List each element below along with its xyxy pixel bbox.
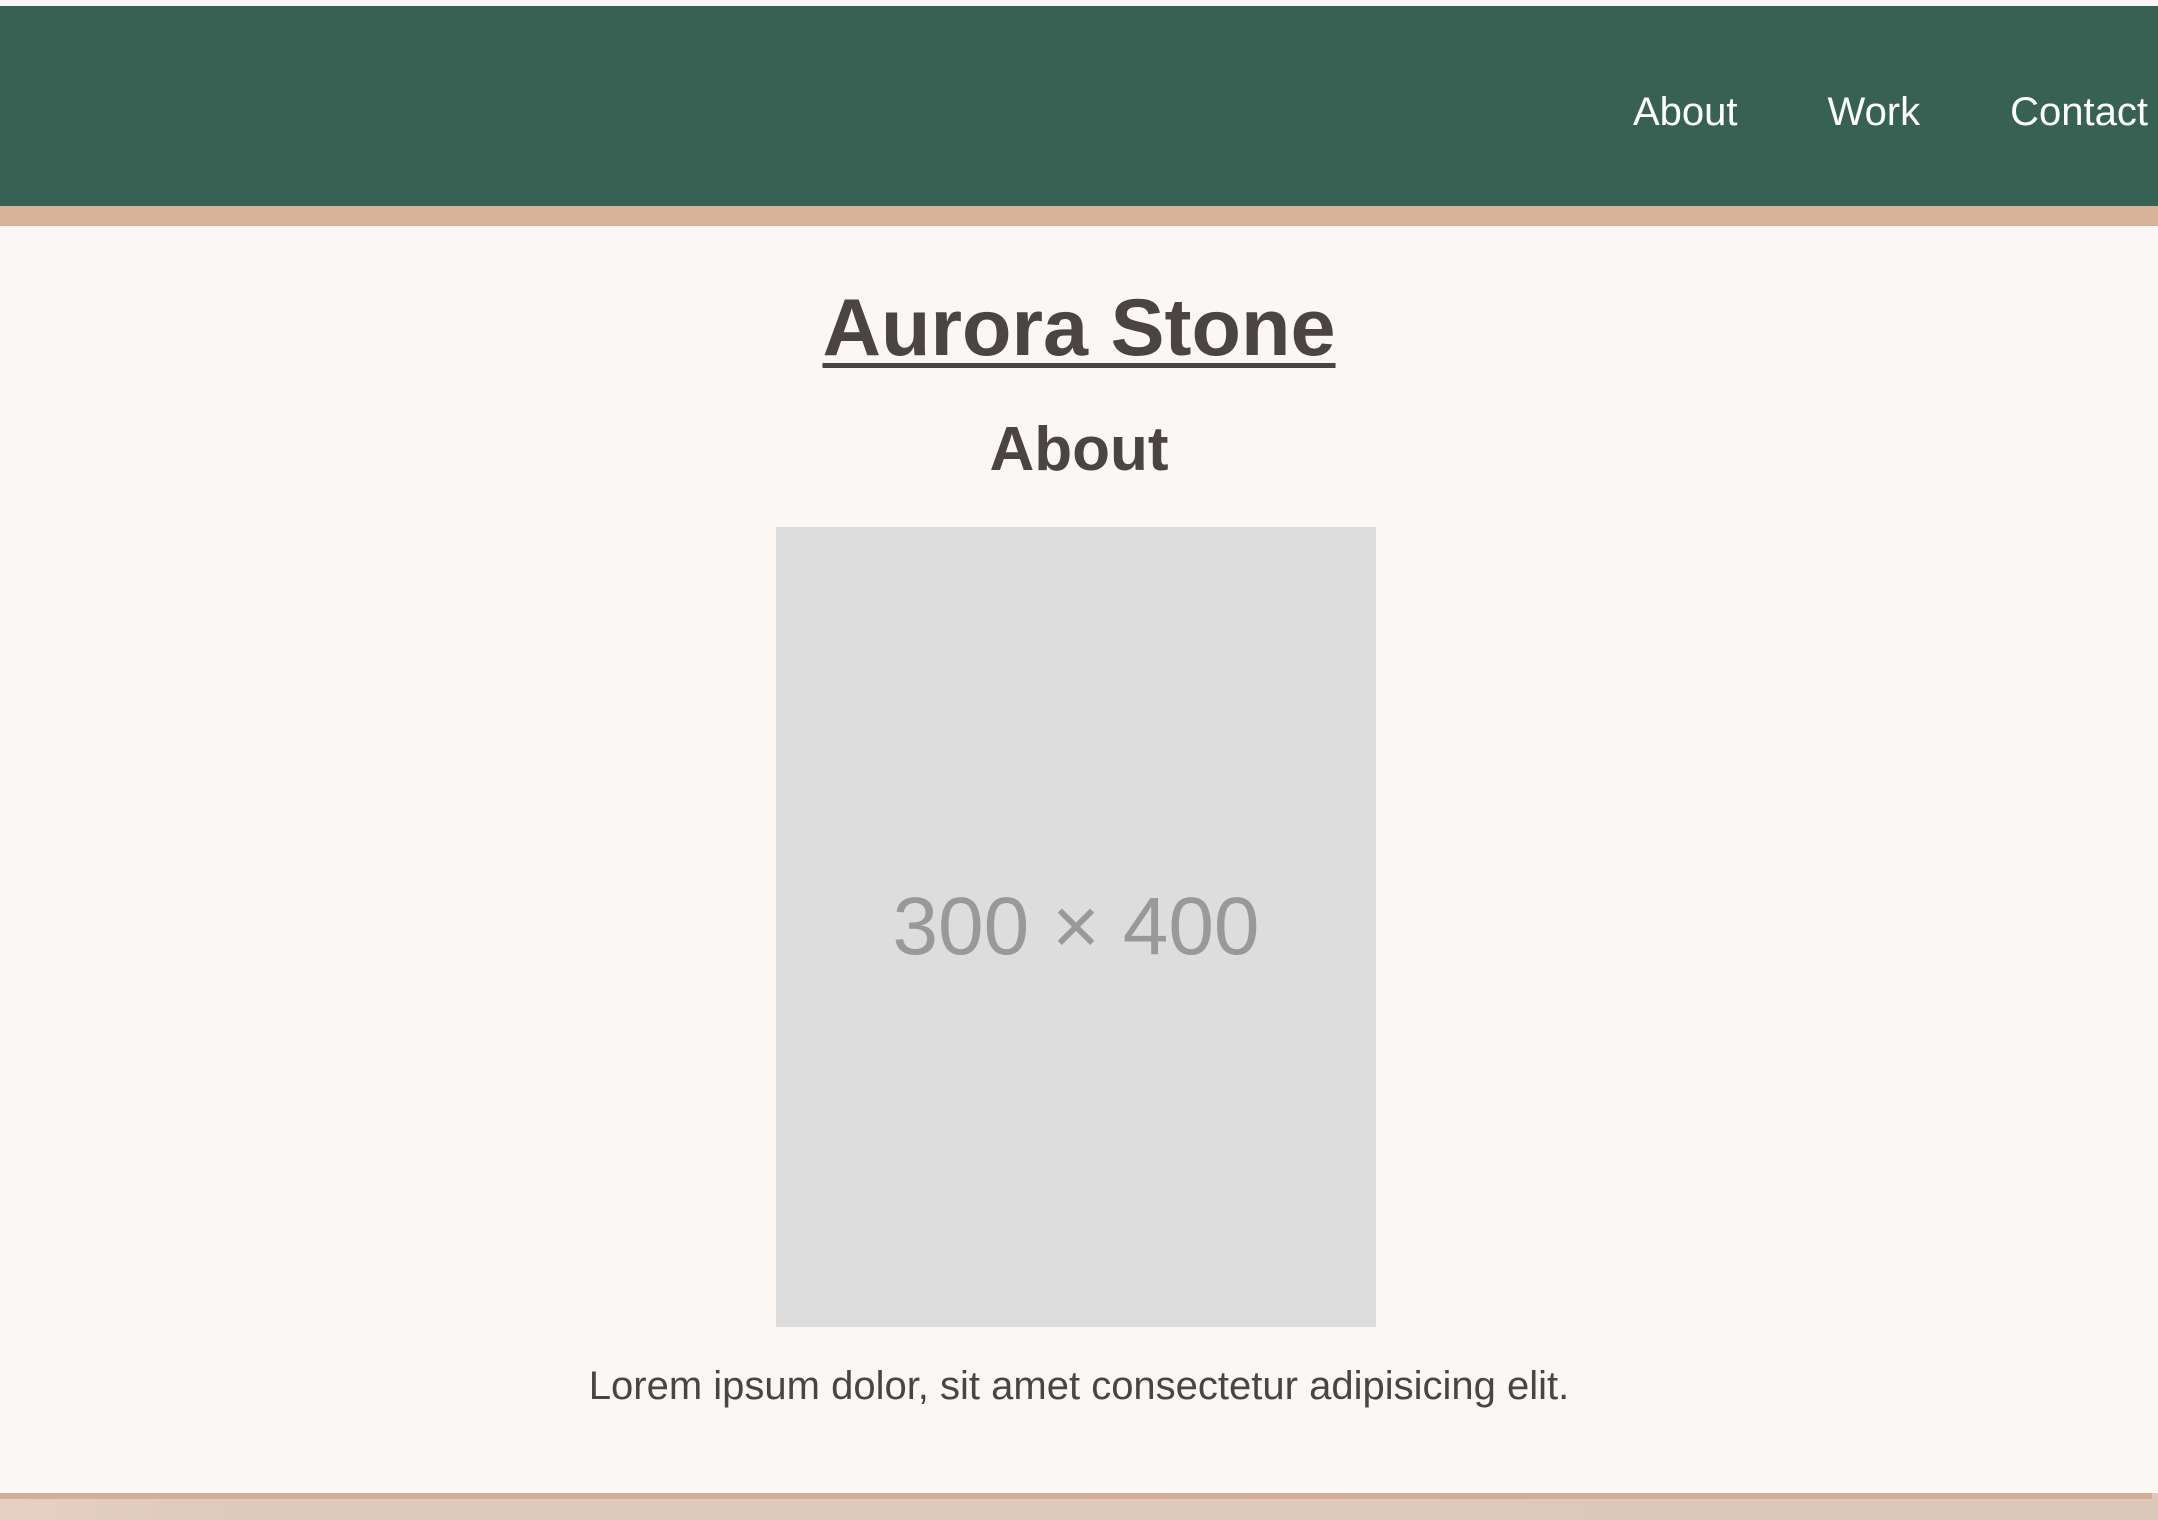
profile-image-placeholder: 300 × 400 — [776, 527, 1376, 1327]
about-paragraph: Lorem ipsum dolor, sit amet consectetur … — [588, 1364, 1570, 1408]
title-link[interactable]: Aurora Stone — [822, 283, 1335, 373]
placeholder-text: 300 × 400 — [892, 881, 1260, 972]
page-title: Aurora Stone — [0, 282, 2158, 375]
nav-work[interactable]: Work — [1828, 82, 1921, 142]
section-heading: About — [989, 415, 1169, 484]
nav-contact[interactable]: Contact — [2010, 82, 2148, 142]
site-header: About Work Contact — [0, 6, 2158, 226]
site-footer — [0, 1493, 2158, 1520]
main-nav: About Work Contact — [1543, 82, 2148, 142]
nav-about[interactable]: About — [1633, 82, 1738, 142]
footer-divider — [0, 1493, 2152, 1499]
